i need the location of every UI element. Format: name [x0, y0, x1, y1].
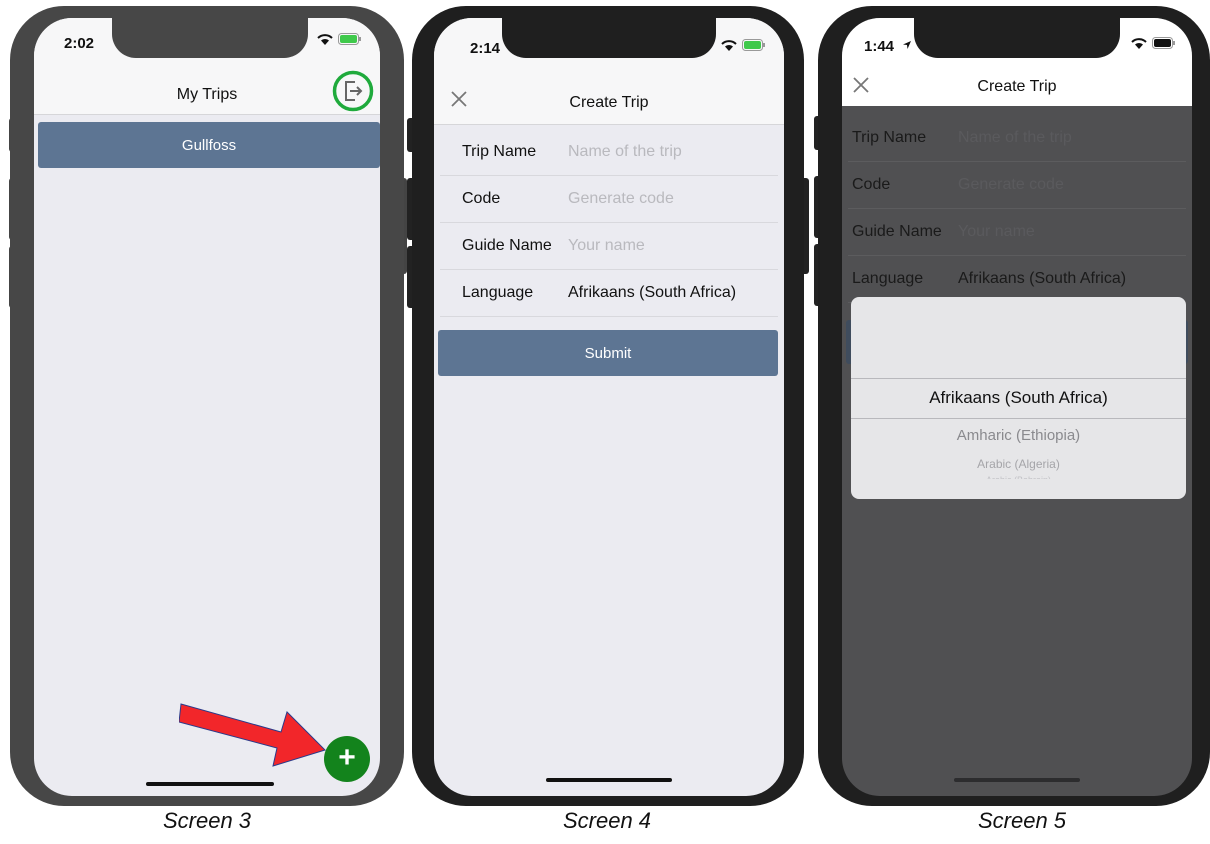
guide-name-input[interactable]: Your name	[568, 237, 645, 255]
phone-screen-3: 2:02 My Trips Gullfoss +	[9, 6, 407, 806]
home-indicator	[954, 778, 1080, 782]
page-title: My Trips	[176, 86, 238, 103]
home-indicator	[146, 782, 274, 786]
wifi-icon	[1131, 38, 1147, 49]
app-screen: 1:44 Create Trip Trip Name Name of the t…	[842, 18, 1192, 796]
battery-icon	[338, 33, 361, 45]
guide-name-label: Guide Name	[852, 223, 942, 240]
phone-screen-4: 2:14 Create Trip Trip Name Name of the t…	[407, 6, 809, 806]
trip-item-button[interactable]: Gullfoss	[38, 122, 380, 168]
trip-name-row: Trip Name Name of the trip	[848, 114, 1186, 162]
code-input[interactable]: Generate code	[958, 176, 1064, 194]
logout-icon	[332, 70, 374, 112]
app-screen: 2:02 My Trips Gullfoss +	[34, 18, 380, 796]
caption-screen-4: Screen 4	[562, 808, 652, 833]
caption-screen-3: Screen 3	[162, 808, 252, 833]
language-label: Language	[462, 284, 534, 301]
status-icons	[720, 38, 766, 52]
trip-item-label: Gullfoss	[181, 137, 237, 154]
guide-name-row: Guide Name Your name	[848, 208, 1186, 256]
trip-name-label: Trip Name	[852, 129, 927, 146]
annotation-arrow	[179, 703, 326, 767]
code-label: Code	[852, 176, 891, 193]
phone-screen-5: 1:44 Create Trip Trip Name Name of the t…	[814, 6, 1210, 806]
app-screen: 2:14 Create Trip Trip Name Name of the t…	[434, 18, 784, 796]
phone-notch	[914, 18, 1120, 58]
phone-notch	[502, 18, 716, 58]
language-label: Language	[852, 270, 924, 287]
status-time: 2:14	[470, 40, 501, 57]
status-icons	[316, 32, 362, 46]
picker-option[interactable]: Amharic (Ethiopia)	[851, 427, 1186, 444]
picker-option[interactable]: Arabic (Algeria)	[851, 457, 1186, 471]
page-title: Create Trip	[569, 94, 649, 111]
guide-name-input[interactable]: Your name	[958, 223, 1035, 241]
logout-button[interactable]	[332, 70, 374, 112]
caption-screen-5: Screen 5	[977, 808, 1067, 833]
home-indicator	[546, 778, 672, 782]
trip-name-label: Trip Name	[462, 143, 537, 160]
submit-label: Submit	[584, 345, 632, 362]
location-arrow-icon	[903, 41, 911, 49]
code-label: Code	[462, 190, 501, 207]
battery-icon	[742, 39, 765, 51]
language-picker[interactable]: Afrikaans (South Africa) Amharic (Ethiop…	[851, 297, 1186, 499]
picker-option[interactable]: Arabic (Bahrain)	[851, 475, 1186, 479]
add-trip-button[interactable]: +	[324, 736, 370, 782]
language-select[interactable]: Afrikaans (South Africa)	[568, 284, 736, 302]
add-icon: +	[338, 741, 356, 774]
status-time: 2:02	[64, 35, 95, 52]
wifi-icon	[317, 34, 333, 45]
language-row: Language Afrikaans (South Africa)	[848, 255, 1186, 303]
wifi-icon	[721, 40, 737, 51]
status-time: 1:44	[864, 38, 895, 55]
trip-name-row: Trip Name Name of the trip	[440, 128, 778, 176]
page-title: Create Trip	[977, 78, 1057, 95]
battery-icon	[1152, 37, 1175, 49]
submit-button[interactable]: Submit	[438, 330, 778, 376]
code-row: Code Generate code	[440, 175, 778, 223]
status-icons	[1130, 36, 1176, 50]
code-input[interactable]: Generate code	[568, 190, 674, 208]
language-row: Language Afrikaans (South Africa)	[440, 269, 778, 317]
code-row: Code Generate code	[848, 161, 1186, 209]
trip-name-input[interactable]: Name of the trip	[568, 143, 682, 161]
phone-notch	[112, 18, 308, 58]
guide-name-label: Guide Name	[462, 237, 552, 254]
trip-name-input[interactable]: Name of the trip	[958, 129, 1072, 147]
picker-selected-option[interactable]: Afrikaans (South Africa)	[851, 388, 1186, 408]
guide-name-row: Guide Name Your name	[440, 222, 778, 270]
language-select[interactable]: Afrikaans (South Africa)	[958, 270, 1126, 288]
